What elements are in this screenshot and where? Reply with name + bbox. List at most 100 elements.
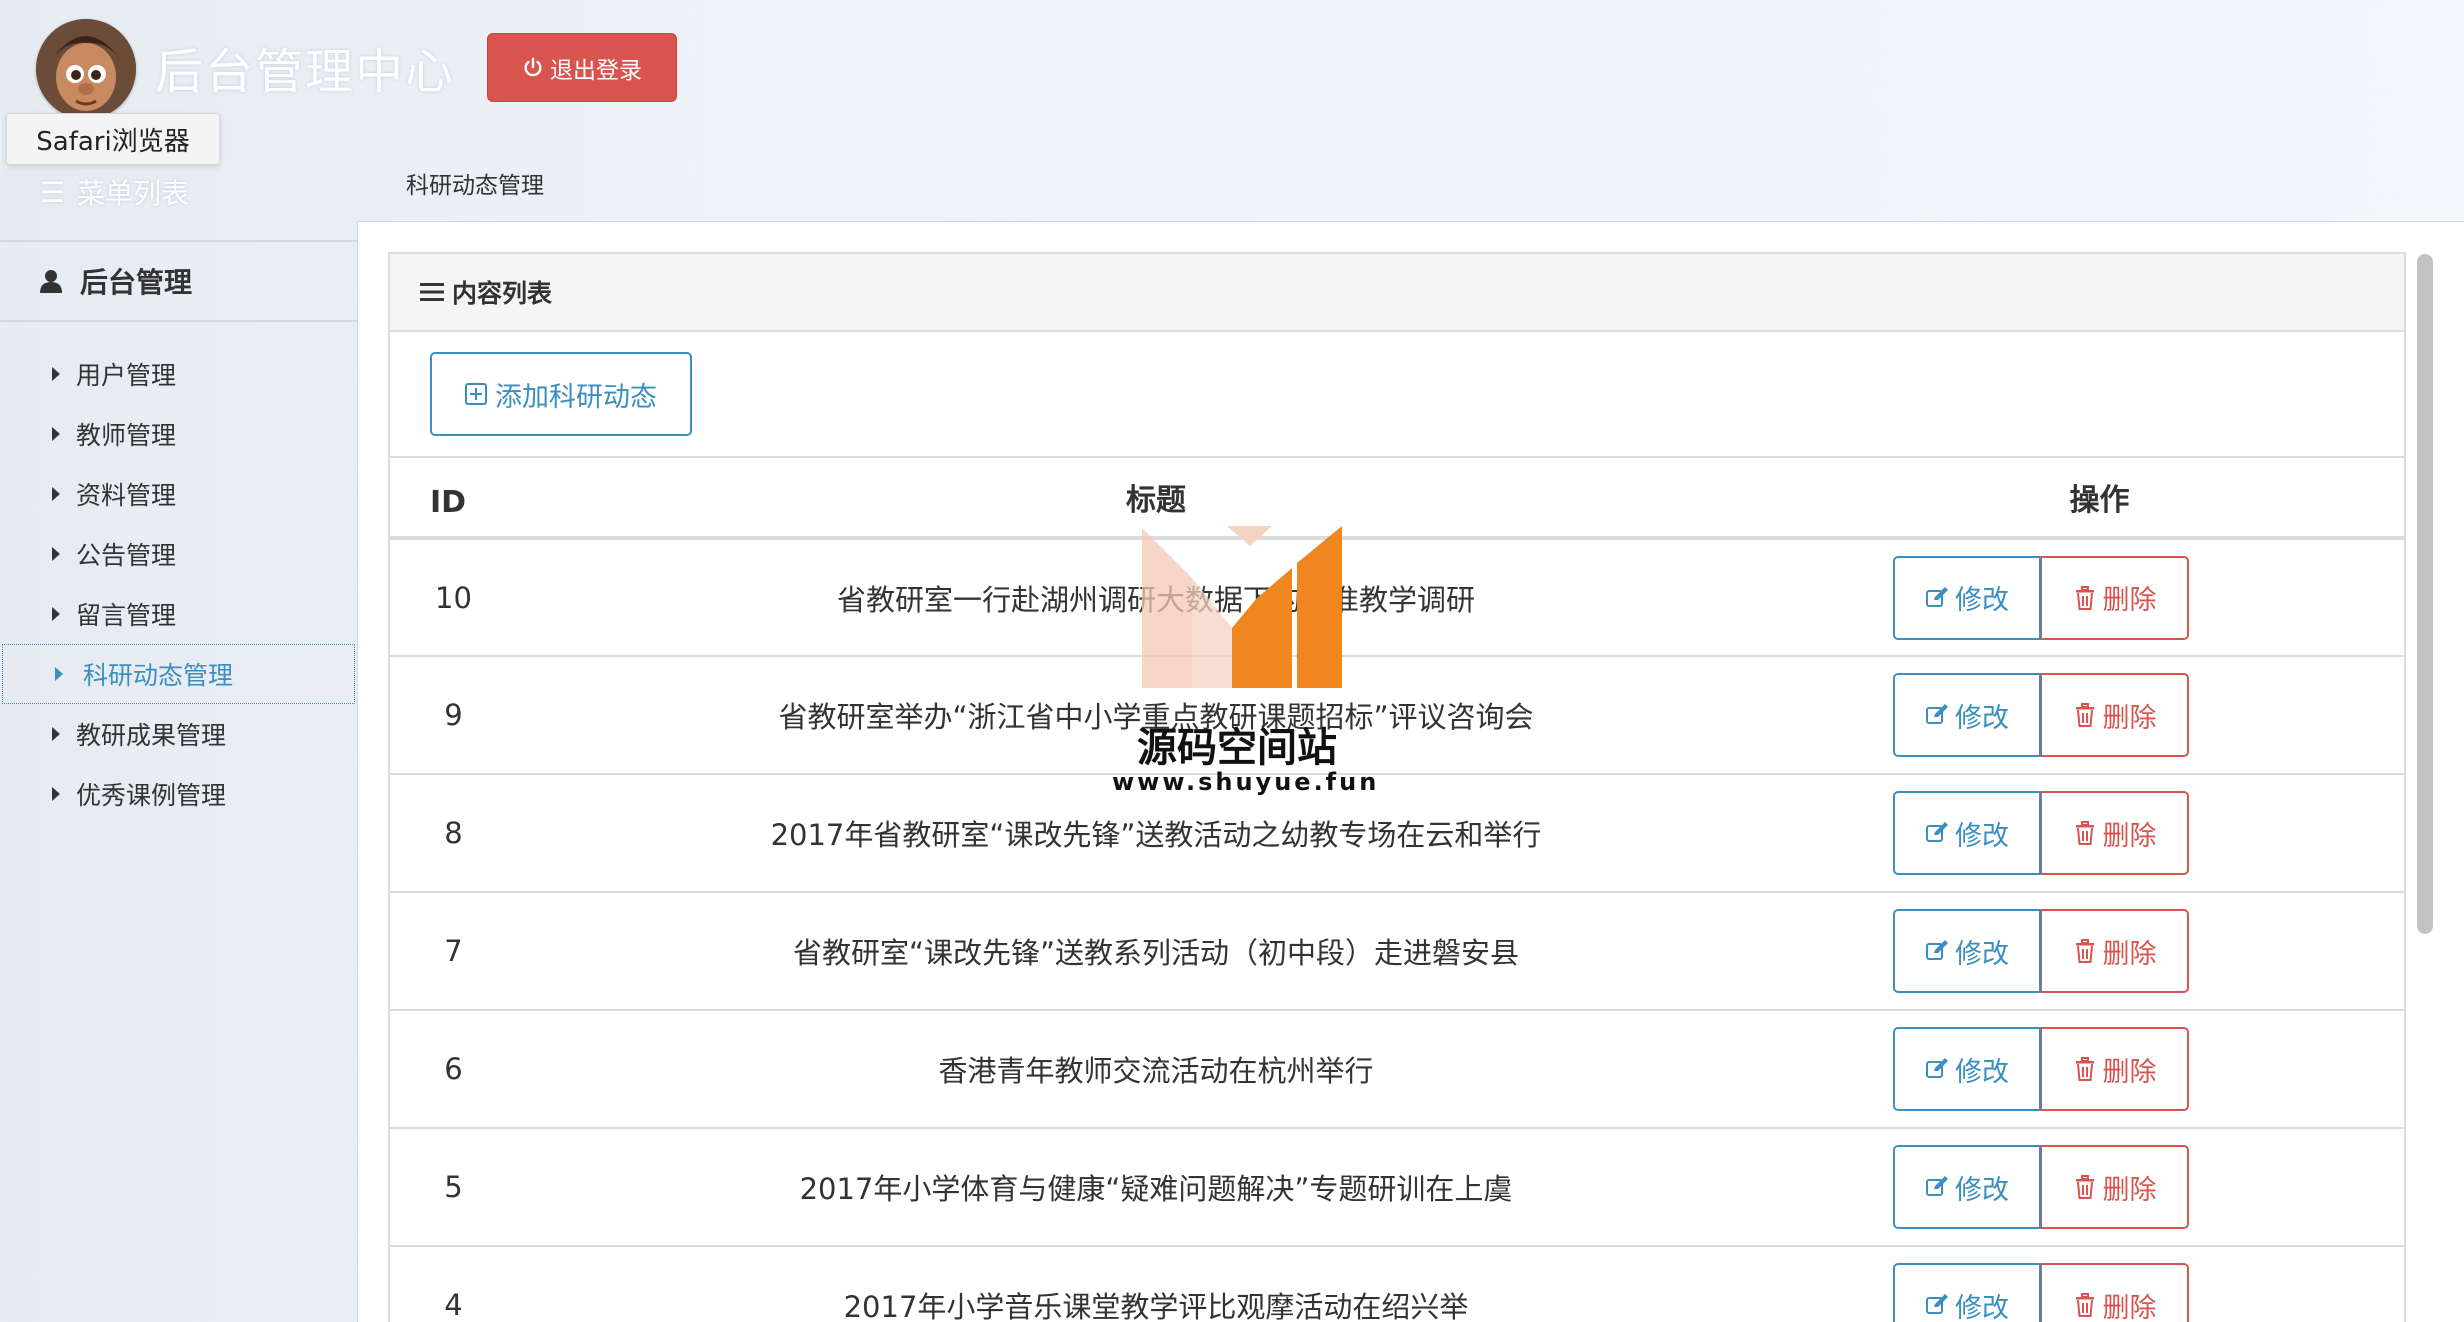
- panel-header: 内容列表: [390, 254, 2404, 332]
- sidebar-item-label: 教师管理: [76, 421, 177, 450]
- edit-label: 修改: [1955, 1056, 2009, 1087]
- table-row: 7 省教研室“课改先锋”送教系列活动（初中段）走进磐安县 修改 删除: [390, 892, 2404, 1011]
- sidebar-item-users[interactable]: 用户管理: [0, 344, 357, 404]
- menu-toggle[interactable]: ☰ 菜单列表: [40, 172, 189, 212]
- table-row: 4 2017年小学音乐课堂教学评比观摩活动在绍兴举 修改 删除: [390, 1246, 2404, 1322]
- caret-right-icon: [52, 547, 60, 561]
- sidebar-header: 后台管理: [0, 242, 357, 322]
- logout-button[interactable]: 退出登录: [487, 33, 677, 102]
- breadcrumb: 科研动态管理: [406, 173, 544, 199]
- edit-button[interactable]: 修改: [1893, 1263, 2041, 1322]
- edit-label: 修改: [1955, 702, 2009, 733]
- row-id: 4: [390, 1246, 517, 1322]
- watermark-logo-icon: [1142, 526, 1342, 688]
- sidebar-item-teachers[interactable]: 教师管理: [0, 404, 357, 464]
- edit-icon: [1926, 940, 1948, 960]
- row-actions: 修改 删除: [1893, 1027, 2404, 1111]
- column-header-actions: 操作: [1795, 458, 2404, 540]
- caret-right-icon: [52, 367, 60, 381]
- sidebar-item-label: 公告管理: [76, 541, 177, 570]
- watermark-url: www.shuyue.fun: [1112, 768, 1380, 796]
- column-header-id: ID: [390, 458, 517, 540]
- delete-button[interactable]: 删除: [2041, 791, 2189, 875]
- row-id: 7: [390, 892, 517, 1011]
- sidebar-item-label: 教研成果管理: [76, 721, 227, 750]
- edit-icon: [1926, 586, 1948, 607]
- scrollbar-thumb[interactable]: [2417, 254, 2433, 934]
- row-actions: 修改 删除: [1893, 909, 2404, 993]
- edit-button[interactable]: 修改: [1893, 1027, 2041, 1111]
- delete-label: 删除: [2102, 1056, 2157, 1087]
- table-row: 8 2017年省教研室“课改先锋”送教活动之幼教专场在云和举行 修改 删除: [390, 774, 2404, 893]
- table-row: 9 省教研室举办“浙江省中小学重点教研课题招标”评议咨询会 修改 删除: [390, 656, 2404, 775]
- edit-button[interactable]: 修改: [1893, 909, 2041, 993]
- trash-icon: [2075, 1057, 2094, 1081]
- edit-button[interactable]: 修改: [1893, 791, 2041, 875]
- edit-label: 修改: [1955, 1292, 2009, 1322]
- delete-label: 删除: [2102, 702, 2157, 733]
- delete-label: 删除: [2102, 1174, 2157, 1205]
- edit-icon: [1926, 1176, 1948, 1196]
- trash-icon: [2075, 939, 2094, 963]
- sidebar: 后台管理 用户管理 教师管理 资料管理 公告管理 留言管理 科研动态管理 教研成…: [0, 240, 357, 1322]
- edit-button[interactable]: 修改: [1893, 1145, 2041, 1229]
- delete-button[interactable]: 删除: [2041, 909, 2189, 993]
- vertical-scrollbar[interactable]: [2412, 252, 2438, 1322]
- logout-label: 退出登录: [550, 56, 642, 83]
- table-row: 6 香港青年教师交流活动在杭州举行 修改 删除: [390, 1010, 2404, 1129]
- sidebar-item-materials[interactable]: 资料管理: [0, 464, 357, 524]
- delete-label: 删除: [2102, 820, 2157, 851]
- edit-button[interactable]: 修改: [1893, 555, 2041, 640]
- avatar: [36, 19, 136, 119]
- user-icon: [40, 270, 62, 293]
- edit-icon: [1926, 1058, 1948, 1078]
- delete-button[interactable]: 删除: [2041, 1145, 2189, 1229]
- row-title: 香港青年教师交流活动在杭州举行: [517, 1010, 1795, 1129]
- panel-title: 内容列表: [452, 279, 553, 308]
- row-id: 10: [390, 538, 517, 657]
- content-table: ID 标题 操作 10 省教研室一行赴湖州调研大数据下的精准教学调研 修改 删除: [390, 458, 2404, 1322]
- row-title: 省教研室“课改先锋”送教系列活动（初中段）走进磐安县: [517, 892, 1795, 1011]
- list-icon: [420, 283, 444, 301]
- plus-square-icon: [465, 383, 487, 405]
- sidebar-item-announcements[interactable]: 公告管理: [0, 524, 357, 584]
- sidebar-item-messages[interactable]: 留言管理: [0, 584, 357, 644]
- edit-label: 修改: [1955, 938, 2009, 969]
- edit-icon: [1926, 704, 1948, 724]
- row-id: 8: [390, 774, 517, 893]
- sidebar-item-label: 优秀课例管理: [76, 781, 227, 810]
- trash-icon: [2075, 1175, 2094, 1199]
- edit-button[interactable]: 修改: [1893, 673, 2041, 757]
- row-id: 6: [390, 1010, 517, 1129]
- trash-icon: [2075, 821, 2094, 845]
- edit-label: 修改: [1955, 820, 2009, 851]
- edit-label: 修改: [1955, 585, 2009, 615]
- caret-right-icon: [52, 787, 60, 801]
- sidebar-item-research-news[interactable]: 科研动态管理: [2, 644, 355, 704]
- delete-button[interactable]: 删除: [2041, 555, 2189, 640]
- delete-button[interactable]: 删除: [2041, 673, 2189, 757]
- sidebar-item-label: 科研动态管理: [83, 661, 234, 690]
- caret-right-icon: [52, 607, 60, 621]
- add-research-news-button[interactable]: 添加科研动态: [430, 352, 692, 436]
- trash-icon: [2075, 703, 2094, 727]
- row-actions: 修改 删除: [1893, 555, 2404, 640]
- watermark-name: 源码空间站: [1137, 725, 1337, 771]
- delete-button[interactable]: 删除: [2041, 1263, 2189, 1322]
- edit-label: 修改: [1955, 1174, 2009, 1205]
- delete-label: 删除: [2102, 1292, 2157, 1322]
- trash-icon: [2075, 1293, 2094, 1317]
- sidebar-item-achievements[interactable]: 教研成果管理: [0, 704, 357, 764]
- sidebar-item-label: 留言管理: [76, 601, 177, 630]
- row-id: 9: [390, 656, 517, 775]
- table-header-row: ID 标题 操作: [390, 458, 2404, 540]
- sidebar-nav: 用户管理 教师管理 资料管理 公告管理 留言管理 科研动态管理 教研成果管理 优…: [0, 344, 357, 824]
- app-title: 后台管理中心: [155, 44, 456, 100]
- delete-button[interactable]: 删除: [2041, 1027, 2189, 1111]
- panel-toolbar: 添加科研动态: [390, 332, 2404, 458]
- row-actions: 修改 删除: [1893, 1145, 2404, 1229]
- table-row: 10 省教研室一行赴湖州调研大数据下的精准教学调研 修改 删除: [390, 538, 2404, 657]
- sidebar-item-lessons[interactable]: 优秀课例管理: [0, 764, 357, 824]
- row-id: 5: [390, 1128, 517, 1247]
- sidebar-item-label: 资料管理: [76, 481, 177, 510]
